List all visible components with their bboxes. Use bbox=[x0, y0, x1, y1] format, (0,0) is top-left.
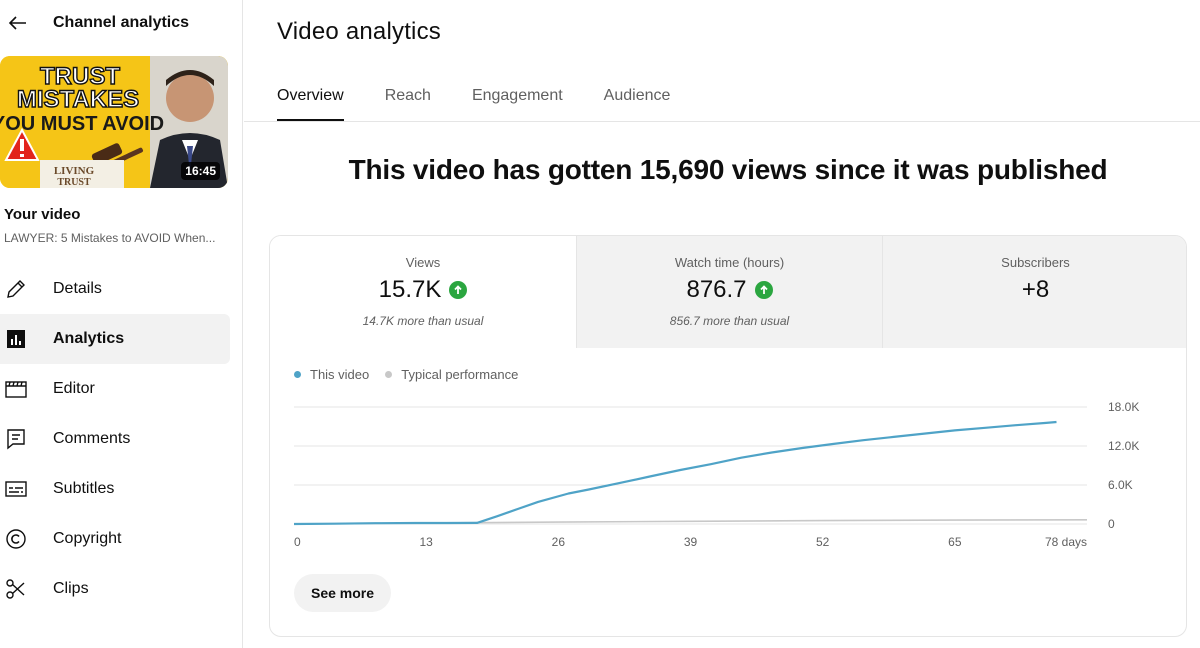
analytics-icon bbox=[4, 327, 28, 351]
tab-bar: Overview Reach Engagement Audience bbox=[277, 76, 711, 122]
sidebar: Channel analytics TRUST MISTAKES YOU MUS… bbox=[0, 0, 243, 648]
metric-subscribers[interactable]: Subscribers +8 bbox=[882, 236, 1186, 348]
sidebar-item-label: Details bbox=[53, 280, 102, 297]
metric-note: 14.7K more than usual bbox=[362, 314, 484, 328]
metric-value-row: 876.7 bbox=[577, 276, 882, 304]
thumbnail-line2: MISTAKES bbox=[17, 86, 139, 113]
tab-engagement[interactable]: Engagement bbox=[472, 76, 563, 122]
tab-reach[interactable]: Reach bbox=[385, 76, 431, 122]
metric-value: 876.7 bbox=[686, 276, 747, 303]
clapperboard-icon bbox=[4, 377, 28, 401]
see-more-button[interactable]: See more bbox=[294, 574, 392, 612]
tabs-divider bbox=[244, 121, 1200, 122]
metric-label: Watch time (hours) bbox=[674, 255, 785, 270]
metric-value: 15.7K bbox=[378, 276, 442, 303]
legend-dot bbox=[385, 371, 393, 378]
trend-up-icon bbox=[754, 281, 773, 299]
x-tick-label: 78 days bbox=[1045, 535, 1087, 549]
y-tick-label: 6.0K bbox=[1108, 478, 1133, 492]
arrow-left-icon bbox=[8, 16, 26, 30]
metric-label: Subscribers bbox=[1001, 255, 1070, 270]
video-duration: 16:45 bbox=[181, 162, 220, 180]
x-tick-label: 0 bbox=[294, 535, 301, 549]
trend-up-icon bbox=[449, 281, 468, 299]
legend-item-typical: Typical performance bbox=[385, 367, 518, 382]
metric-note: 856.7 more than usual bbox=[669, 314, 790, 328]
sidebar-title: Channel analytics bbox=[53, 14, 190, 31]
series-line-this-video bbox=[293, 420, 1057, 526]
metric-views[interactable]: Views 15.7K 14.7K more than usual bbox=[270, 236, 576, 348]
sidebar-item-label: Comments bbox=[53, 430, 131, 447]
tab-overview[interactable]: Overview bbox=[277, 76, 344, 122]
sidebar-item-editor[interactable]: Editor bbox=[0, 364, 230, 414]
x-tick-label: 13 bbox=[419, 535, 433, 549]
metric-tabs: Views 15.7K 14.7K more than usual Watch … bbox=[270, 236, 1186, 348]
sidebar-item-comments[interactable]: Comments bbox=[0, 414, 230, 464]
metric-value-row: +8 bbox=[883, 276, 1186, 304]
y-tick-label: 12.0K bbox=[1108, 439, 1139, 453]
legend-dot bbox=[294, 371, 301, 378]
metric-label: Views bbox=[405, 255, 441, 270]
sidebar-item-label: Subtitles bbox=[53, 480, 115, 497]
x-tick-label: 52 bbox=[816, 535, 830, 549]
legend-label: Typical performance bbox=[401, 367, 519, 382]
page-title: Video analytics bbox=[277, 18, 441, 45]
main-content: Video analytics Overview Reach Engagemen… bbox=[244, 0, 1200, 648]
sidebar-item-details[interactable]: Details bbox=[0, 264, 230, 314]
views-headline: This video has gotten 15,690 views since… bbox=[348, 154, 1108, 185]
x-tick-label: 39 bbox=[684, 535, 698, 549]
sidebar-item-copyright[interactable]: Copyright bbox=[0, 514, 230, 564]
legend-label: This video bbox=[310, 367, 370, 382]
your-video-label: Your video bbox=[4, 206, 81, 223]
legend-item-this-video: This video bbox=[294, 367, 369, 382]
metric-watch-time[interactable]: Watch time (hours) 876.7 856.7 more than… bbox=[576, 236, 882, 348]
back-button[interactable] bbox=[4, 10, 30, 36]
scissors-icon bbox=[4, 577, 28, 601]
sidebar-item-label: Analytics bbox=[53, 330, 125, 347]
sidebar-item-label: Clips bbox=[53, 580, 89, 597]
views-line-chart: 0 6.0K 12.0K 18.0K 0 13 26 39 52 65 78 days bbox=[293, 400, 1139, 549]
video-title[interactable]: LAWYER: 5 Mistakes to AVOID When... bbox=[4, 231, 234, 245]
chart-legend: This video Typical performance bbox=[294, 367, 534, 382]
tab-audience[interactable]: Audience bbox=[604, 76, 671, 122]
x-tick-label: 26 bbox=[552, 535, 566, 549]
metric-value: +8 bbox=[1021, 276, 1050, 303]
sidebar-item-analytics[interactable]: Analytics bbox=[0, 314, 230, 364]
sidebar-item-subtitles[interactable]: Subtitles bbox=[0, 464, 230, 514]
thumbnail-badge-line1: LIVING bbox=[54, 165, 95, 177]
thumbnail-badge-line2: TRUST bbox=[57, 177, 91, 188]
analytics-card: Views 15.7K 14.7K more than usual Watch … bbox=[269, 235, 1187, 637]
y-tick-label: 0 bbox=[1108, 517, 1115, 531]
video-thumbnail[interactable]: TRUST MISTAKES YOU MUST AVOID LIVING TRU… bbox=[0, 56, 228, 188]
subtitles-icon bbox=[4, 477, 28, 501]
pencil-icon bbox=[4, 277, 28, 301]
thumbnail-line3: YOU MUST AVOID bbox=[0, 113, 164, 135]
y-tick-label: 18.0K bbox=[1108, 400, 1139, 414]
copyright-icon bbox=[4, 527, 28, 551]
sidebar-header: Channel analytics bbox=[0, 0, 243, 46]
sidebar-item-label: Copyright bbox=[53, 530, 122, 547]
sidebar-item-label: Editor bbox=[53, 380, 95, 397]
sidebar-item-clips[interactable]: Clips bbox=[0, 564, 230, 614]
comment-icon bbox=[4, 427, 28, 451]
x-tick-label: 65 bbox=[948, 535, 962, 549]
sidebar-nav: Details Analytics Editor Comments Subtit… bbox=[0, 264, 243, 614]
metric-value-row: 15.7K bbox=[270, 276, 576, 304]
